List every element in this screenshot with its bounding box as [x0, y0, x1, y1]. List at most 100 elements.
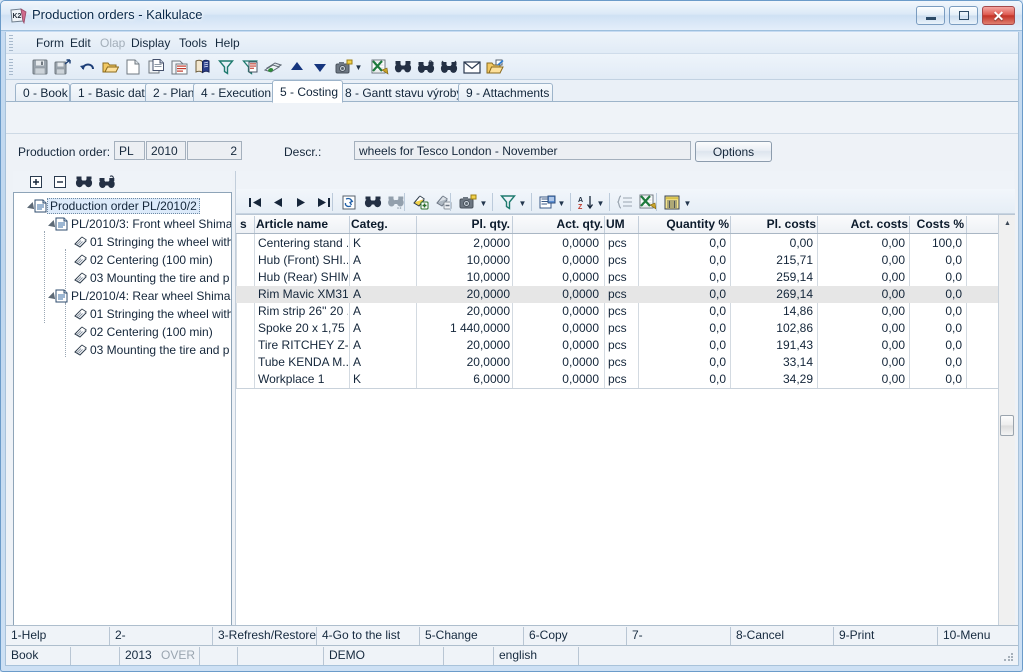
- camera-icon[interactable]: [334, 57, 354, 77]
- next-record-icon[interactable]: [291, 192, 311, 212]
- copy-icon[interactable]: [146, 57, 166, 77]
- move-up-icon[interactable]: [287, 57, 307, 77]
- column-header-s[interactable]: s: [240, 215, 254, 233]
- tree-node-op-03b[interactable]: 03 Mounting the tire and p: [73, 341, 231, 359]
- column-header-pl-qty[interactable]: Pl. qty.: [418, 215, 510, 233]
- expander-icon[interactable]: [49, 292, 58, 301]
- menu-item-edit[interactable]: Edit: [64, 35, 97, 52]
- resize-grip[interactable]: [1003, 651, 1015, 663]
- previous-record-icon[interactable]: [268, 192, 288, 212]
- find-next-icon[interactable]: [386, 192, 406, 212]
- expand-all-icon[interactable]: [27, 173, 45, 191]
- column-header-act-qty[interactable]: Act. qty.: [514, 215, 603, 233]
- columns-dropdown-arrow[interactable]: ▼: [683, 199, 692, 208]
- last-record-icon[interactable]: [314, 192, 334, 212]
- tree-find-next-icon[interactable]: [98, 173, 116, 191]
- fkey-3-refresh-restore[interactable]: 3-Refresh/Restore: [213, 626, 317, 645]
- expander-icon[interactable]: [28, 202, 37, 211]
- table-row[interactable]: Hub (Rear) SHIM... A 10,0000 0,0000 pcs …: [236, 269, 998, 286]
- fkey-7[interactable]: 7-: [627, 626, 731, 645]
- column-header-pl-costs[interactable]: Pl. costs: [732, 215, 816, 233]
- menu-item-help[interactable]: Help: [209, 35, 246, 52]
- open-folder-icon[interactable]: [100, 57, 120, 77]
- table-row[interactable]: Tube KENDA M... A 20,0000 0,0000 pcs 0,0…: [236, 354, 998, 371]
- tree-node-op-02b[interactable]: 02 Centering (100 min): [73, 323, 215, 341]
- descr-field[interactable]: wheels for Tesco London - November: [354, 141, 691, 160]
- order-prefix-field[interactable]: PL: [114, 141, 145, 160]
- fkey-1-help[interactable]: 1-Help: [6, 626, 110, 645]
- table-row[interactable]: Rim strip 26'' 20 ... A 20,0000 0,0000 p…: [236, 303, 998, 320]
- column-header-act-costs[interactable]: Act. costs: [819, 215, 908, 233]
- maximize-button[interactable]: [949, 6, 978, 25]
- order-number-field[interactable]: 2: [187, 141, 242, 160]
- tree-node-op-01a[interactable]: 01 Stringing the wheel with: [73, 233, 231, 251]
- column-header-costs-pct[interactable]: Costs %: [911, 215, 964, 233]
- menu-item-tools[interactable]: Tools: [173, 35, 213, 52]
- tree-node-pl-2010-3[interactable]: PL/2010/3: Front wheel Shimar: [49, 215, 231, 233]
- columns-icon[interactable]: [662, 192, 682, 212]
- column-header-quantity-pct[interactable]: Quantity %: [640, 215, 729, 233]
- production-order-tree[interactable]: Production order PL/2010/2 PL/2010/3: Fr…: [13, 192, 232, 637]
- move-down-icon[interactable]: [310, 57, 330, 77]
- tab-8-gantt[interactable]: 8 - Gantt stavu výroby: [337, 83, 465, 102]
- tree-node-op-02a[interactable]: 02 Centering (100 min): [73, 251, 215, 269]
- close-button[interactable]: ✕: [982, 6, 1015, 25]
- scroll-up-arrow[interactable]: ▲: [1000, 216, 1015, 231]
- find-advanced-icon[interactable]: [439, 57, 459, 77]
- fkey-2[interactable]: 2-: [110, 626, 213, 645]
- menu-gripper[interactable]: [9, 35, 13, 51]
- table-row[interactable]: Spoke 20 x 1,75 A 1 440,0000 0,0000 pcs …: [236, 320, 998, 337]
- paste-icon[interactable]: [169, 57, 189, 77]
- table-row[interactable]: Workplace 1 K 6,0000 0,0000 pcs 0,0 34,2…: [236, 371, 998, 388]
- tab-9-attachments[interactable]: 9 - Attachments: [458, 83, 553, 102]
- table-row[interactable]: Centering stand ... K 2,0000 0,0000 pcs …: [236, 235, 998, 252]
- filter-list-icon[interactable]: [240, 57, 260, 77]
- find-icon[interactable]: [393, 57, 413, 77]
- expander-icon[interactable]: [49, 220, 58, 229]
- table-row[interactable]: Hub (Front) SHI... A 10,0000 0,0000 pcs …: [236, 252, 998, 269]
- undo-icon[interactable]: [77, 57, 97, 77]
- menu-item-display[interactable]: Display: [125, 35, 176, 52]
- print-icon[interactable]: [263, 57, 283, 77]
- sort-dropdown-arrow[interactable]: ▼: [596, 199, 605, 208]
- group-icon[interactable]: [615, 192, 635, 212]
- minimize-button[interactable]: [916, 6, 945, 25]
- book-icon[interactable]: [192, 57, 212, 77]
- options-button[interactable]: Options: [695, 141, 772, 162]
- first-record-icon[interactable]: [245, 192, 265, 212]
- mail-icon[interactable]: [462, 57, 482, 77]
- tree-node-op-01b[interactable]: 01 Stringing the wheel with: [73, 305, 231, 323]
- excel-export-icon[interactable]: [370, 57, 390, 77]
- scrollbar-thumb[interactable]: [1000, 415, 1014, 436]
- filter-dropdown-arrow[interactable]: ▼: [518, 199, 527, 208]
- add-record-icon[interactable]: [410, 192, 430, 212]
- tree-node-op-03a[interactable]: 03 Mounting the tire and p: [73, 269, 231, 287]
- filter-icon[interactable]: [498, 192, 518, 212]
- grid-vertical-scrollbar[interactable]: ▲ ▼: [998, 215, 1015, 655]
- filter-icon[interactable]: [216, 57, 236, 77]
- fkey-8-cancel[interactable]: 8-Cancel: [731, 626, 834, 645]
- camera-dropdown-arrow[interactable]: ▼: [354, 63, 363, 72]
- table-row[interactable]: Tire RITCHEY Z-... A 20,0000 0,0000 pcs …: [236, 337, 998, 354]
- collapse-all-icon[interactable]: [51, 173, 69, 191]
- tree-node-production-order[interactable]: Production order PL/2010/2: [28, 197, 200, 215]
- column-header-article[interactable]: Article name: [256, 215, 348, 233]
- fkey-6-copy[interactable]: 6-Copy: [524, 626, 627, 645]
- save-icon[interactable]: [30, 57, 50, 77]
- find-next-icon[interactable]: [416, 57, 436, 77]
- tab-0-book[interactable]: 0 - Book: [15, 83, 70, 102]
- tab-4-execution[interactable]: 4 - Execution: [193, 83, 278, 102]
- toolbar-gripper[interactable]: [9, 59, 13, 75]
- fkey-5-change[interactable]: 5-Change: [420, 626, 524, 645]
- condition-dropdown-arrow[interactable]: ▼: [557, 199, 566, 208]
- fkey-10-menu[interactable]: 10-Menu: [938, 626, 1018, 645]
- fkey-9-print[interactable]: 9-Print: [834, 626, 938, 645]
- edit-document-icon[interactable]: [485, 57, 505, 77]
- excel-export-icon[interactable]: [638, 192, 658, 212]
- tab-5-costing[interactable]: 5 - Costing: [272, 80, 343, 103]
- tree-node-pl-2010-4[interactable]: PL/2010/4: Rear wheel Shiman: [49, 287, 231, 305]
- tab-1-basic-data[interactable]: 1 - Basic data: [70, 83, 155, 102]
- order-year-field[interactable]: 2010: [146, 141, 186, 160]
- refresh-icon[interactable]: [339, 192, 359, 212]
- new-document-icon[interactable]: [123, 57, 143, 77]
